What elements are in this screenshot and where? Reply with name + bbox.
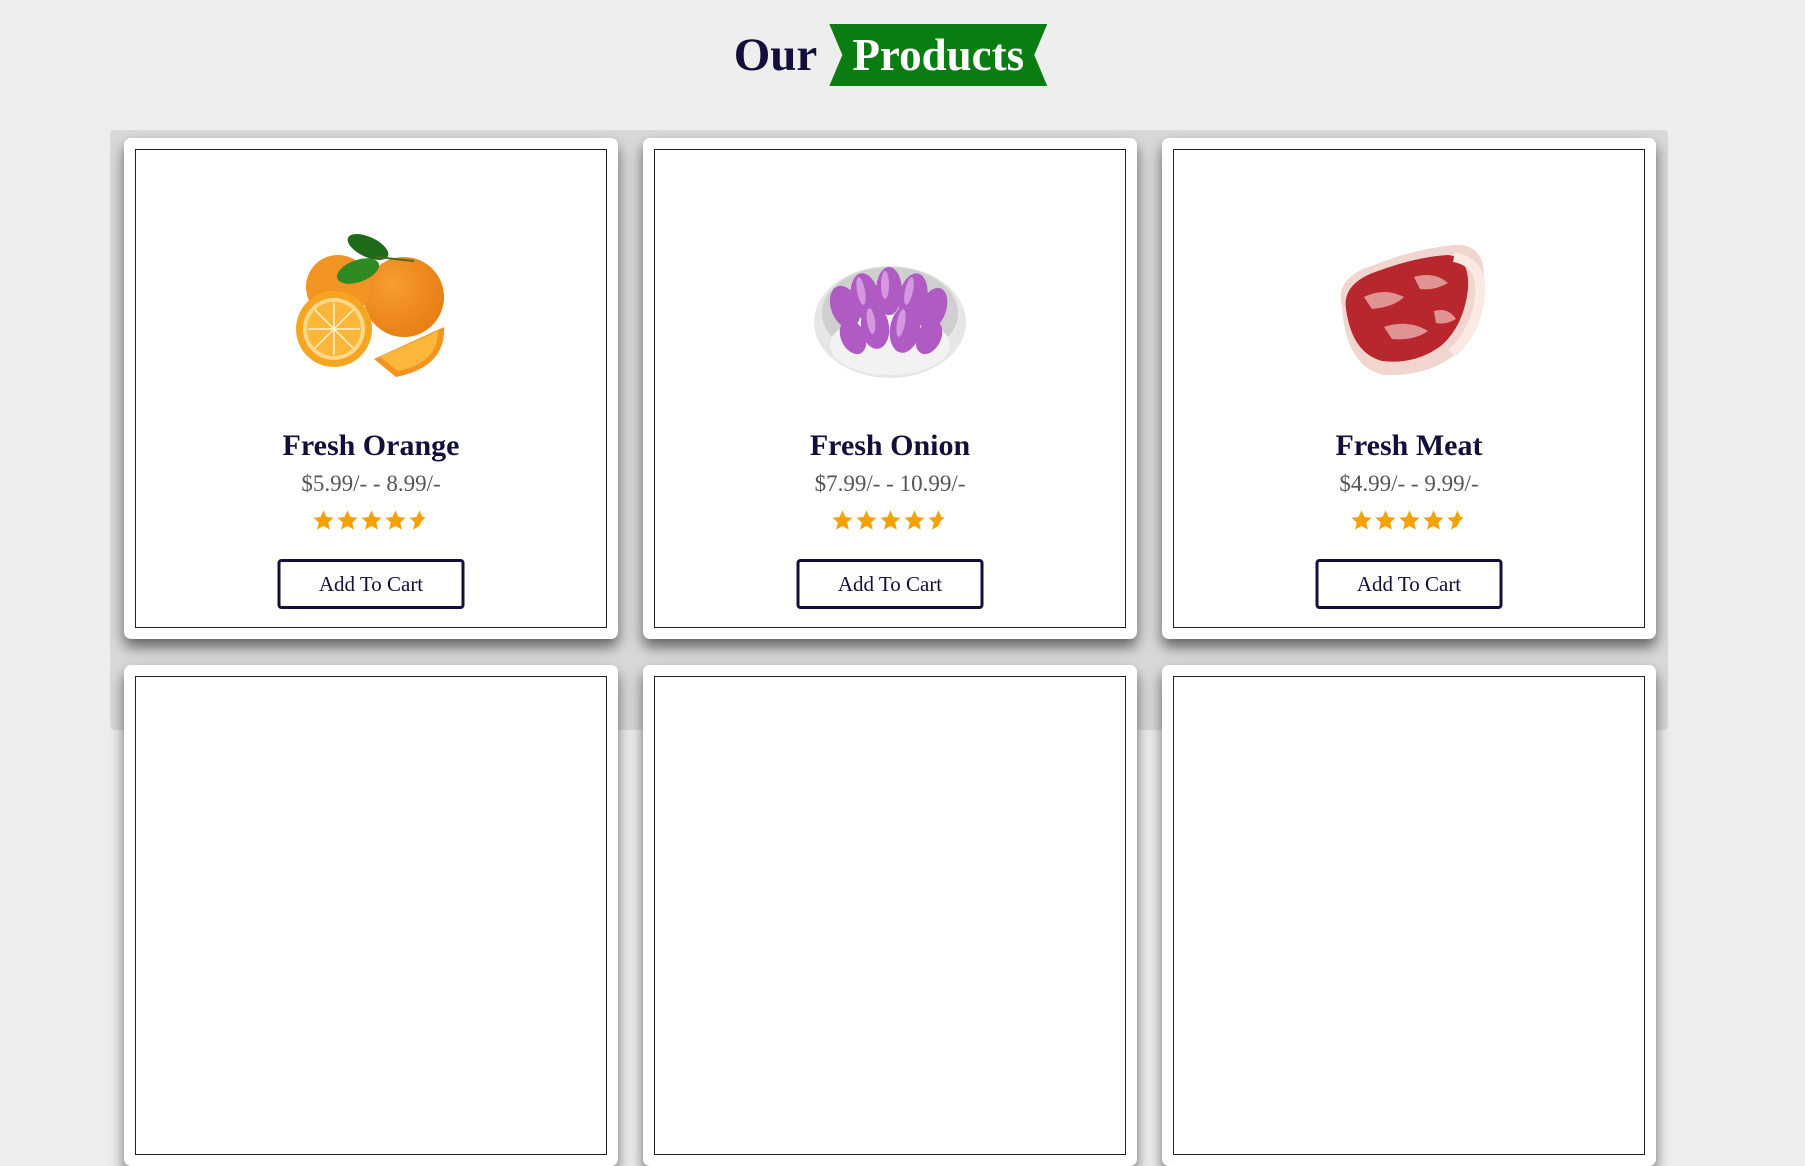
add-to-cart-button[interactable]: Add To Cart (1315, 559, 1503, 609)
star-icon (312, 510, 334, 530)
star-half-icon (1446, 510, 1464, 530)
product-price: $5.99/- - 8.99/- (301, 471, 441, 496)
star-icon (360, 510, 382, 530)
orange-image (296, 234, 445, 377)
product-card-orange: Fresh Orange $5.99/- - 8.99/- Add To Car… (124, 138, 618, 639)
card-border: Fresh Onion $7.99/- - 10.99/- Add To Car… (654, 149, 1126, 628)
heading-word: Our (733, 28, 818, 81)
star-icon (1350, 510, 1372, 530)
star-icon (879, 510, 901, 530)
star-half-icon (408, 510, 426, 530)
meat-image (1340, 244, 1486, 376)
product-card (124, 665, 618, 1166)
product-price: $7.99/- - 10.99/- (814, 471, 966, 496)
product-card-meat: Fresh Meat $4.99/- - 9.99/- Add To Cart (1162, 138, 1656, 639)
section-heading: Our Products (0, 22, 1805, 88)
star-icon (1398, 510, 1420, 530)
product-name: Fresh Meat (1335, 429, 1483, 462)
product-card-onion: Fresh Onion $7.99/- - 10.99/- Add To Car… (643, 138, 1137, 639)
card-border: Fresh Meat $4.99/- - 9.99/- Add To Cart (1173, 149, 1645, 628)
star-icon (1374, 510, 1396, 530)
rating-stars (1174, 509, 1644, 532)
star-icon (855, 510, 877, 530)
onion-image (814, 266, 966, 378)
product-price: $4.99/- - 9.99/- (1339, 471, 1479, 496)
product-card (643, 665, 1137, 1166)
star-icon (831, 510, 853, 530)
add-to-cart-button[interactable]: Add To Cart (796, 559, 984, 609)
star-icon (336, 510, 358, 530)
card-border (654, 676, 1126, 1155)
product-card (1162, 665, 1656, 1166)
card-border (1173, 676, 1645, 1155)
star-half-icon (927, 510, 945, 530)
card-border: Fresh Orange $5.99/- - 8.99/- Add To Car… (135, 149, 607, 628)
rating-stars (136, 509, 606, 532)
add-to-cart-button[interactable]: Add To Cart (277, 559, 465, 609)
star-icon (903, 510, 925, 530)
card-border (135, 676, 607, 1155)
product-name: Fresh Onion (809, 429, 971, 462)
product-name: Fresh Orange (282, 429, 460, 462)
star-icon (384, 510, 406, 530)
heading-ribbon: Products (829, 24, 1048, 86)
star-icon (1422, 510, 1444, 530)
rating-stars (655, 509, 1125, 532)
